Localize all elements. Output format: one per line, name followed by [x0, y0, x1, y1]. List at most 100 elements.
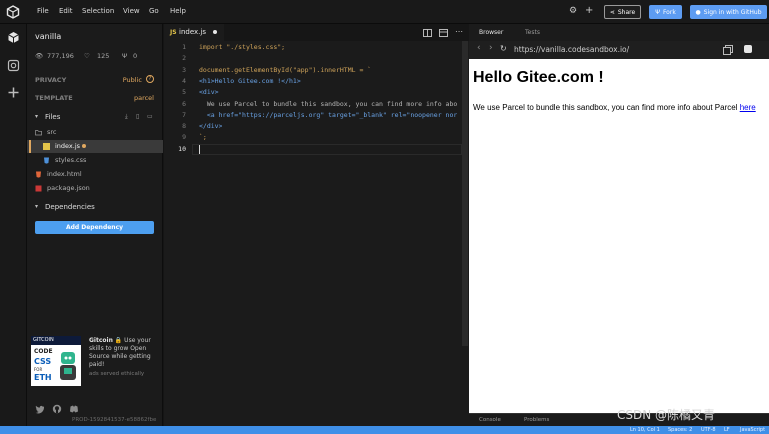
forks-icon: Ψ [122, 52, 128, 60]
github-icon[interactable] [52, 404, 62, 414]
privacy-label: PRIVACY [35, 76, 67, 84]
editor-tab-index-js[interactable]: JS index.js [164, 24, 224, 41]
code-line[interactable]: import "./styles.css"; [199, 43, 285, 51]
codesandbox-logo-icon[interactable] [6, 5, 20, 19]
code-line[interactable]: <a href="https://parceljs.org" target="_… [199, 111, 457, 119]
top-bar: File Edit Selection View Go Help ⚙ + ⋖ S… [0, 0, 769, 24]
gear-icon[interactable]: ⚙ [569, 6, 579, 16]
npm-file-icon [35, 185, 42, 192]
split-editor-icon[interactable] [423, 29, 432, 37]
views-icon: 👁 [35, 52, 44, 60]
dependencies-section-header[interactable]: ▾ Dependencies [27, 202, 163, 214]
fork-button[interactable]: Ψ Fork [649, 5, 682, 19]
chevron-down-icon: ▾ [35, 113, 39, 120]
unsaved-dot-icon[interactable] [213, 30, 217, 34]
menu-selection[interactable]: Selection [82, 7, 114, 15]
language-mode[interactable]: JavaScript [740, 427, 765, 433]
share-button[interactable]: ⋖ Share [604, 5, 641, 19]
tree-item-src[interactable]: src [27, 126, 163, 139]
help-icon[interactable]: ? [146, 75, 154, 83]
open-new-window-icon[interactable] [723, 45, 733, 55]
code-line[interactable]: </div> [199, 122, 222, 130]
ad-image[interactable]: GITCOIN CODE CSS FOR ETH [31, 336, 81, 386]
discord-icon[interactable] [69, 404, 79, 414]
more-actions-icon[interactable]: ⋯ [455, 27, 463, 36]
project-title: vanilla [35, 32, 62, 41]
files-label: Files [45, 113, 61, 121]
status-bar: Ln 10, Col 1 Spaces: 2 UTF-8 LF JavaScri… [0, 426, 769, 434]
template-value[interactable]: parcel [134, 94, 154, 102]
chevron-down-icon: ▾ [35, 203, 39, 210]
cursor-position[interactable]: Ln 10, Col 1 [630, 427, 660, 433]
tab-browser[interactable]: Browser [479, 29, 503, 36]
ad-image-word: CSS [34, 357, 52, 366]
sandbox-info-icon[interactable] [7, 31, 20, 44]
preview-paragraph-text: We use Parcel to bundle this sandbox, yo… [473, 103, 740, 112]
tree-item-index-js[interactable]: index.js [27, 140, 163, 153]
ad-text-block[interactable]: Gitcoin 🔒 Use your skills to grow Open S… [89, 337, 159, 369]
upload-icon[interactable]: ⤓ [125, 113, 128, 121]
add-dependency-button[interactable]: Add Dependency [35, 221, 154, 234]
url-input[interactable]: https://vanilla.codesandbox.io/ [514, 44, 714, 56]
preview-toggle-icon[interactable] [744, 45, 752, 53]
privacy-value[interactable]: Public [123, 76, 142, 84]
forks-count: 0 [133, 52, 138, 60]
editor-tab-bar: JS index.js ⋯ [164, 24, 469, 41]
preview-tab-bar: Browser Tests [469, 24, 769, 41]
likes-icon: ♡ [84, 52, 90, 60]
line-number: 8 [182, 122, 186, 131]
code-line[interactable]: <div> [199, 88, 219, 96]
code-line[interactable]: <h1>Hello Gitee.com !</h1> [199, 77, 301, 85]
folder-icon [35, 130, 42, 136]
end-of-line[interactable]: LF [724, 427, 730, 433]
html-file-icon [36, 171, 41, 178]
tab-problems[interactable]: Problems [524, 417, 549, 423]
new-folder-icon[interactable]: ▭ [147, 113, 153, 120]
code-editor[interactable]: JS index.js ⋯ 1 import "./styles.css"; 2 3 d… [164, 24, 469, 426]
menu-go[interactable]: Go [149, 7, 159, 15]
ad-image-word: FOR [34, 367, 43, 372]
sign-in-github-button[interactable]: ● Sign in with GitHub [690, 5, 767, 19]
back-icon[interactable]: ‹ [477, 43, 481, 53]
twitter-icon[interactable] [35, 404, 45, 414]
deploy-icon[interactable] [7, 59, 20, 72]
github-icon: ● [695, 8, 701, 16]
indentation[interactable]: Spaces: 2 [668, 427, 692, 433]
menu-edit[interactable]: Edit [59, 7, 73, 15]
encoding[interactable]: UTF-8 [701, 427, 716, 433]
preview-link-here[interactable]: here [740, 103, 756, 112]
refresh-icon[interactable]: ↻ [500, 44, 507, 53]
code-line[interactable]: document.getElementById("app").innerHTML… [199, 66, 371, 74]
build-id: PROD-1592841537-e58862fbe [72, 417, 157, 423]
menu-file[interactable]: File [37, 7, 49, 15]
ad-brand: GITCOIN [33, 337, 54, 343]
code-line[interactable]: We use Parcel to bundle this sandbox, yo… [199, 100, 457, 108]
lock-icon: 🔒 [114, 337, 125, 344]
add-icon[interactable] [7, 86, 20, 99]
sign-in-button-label: Sign in with GitHub [703, 8, 762, 16]
tab-console[interactable]: Console [479, 417, 501, 423]
tree-item-label: styles.css [55, 156, 87, 164]
fork-button-label: Fork [662, 8, 676, 16]
tree-item-package-json[interactable]: package.json [27, 182, 163, 195]
text-cursor [199, 145, 200, 154]
share-icon: ⋖ [609, 8, 615, 16]
editor-scrollbar[interactable] [462, 41, 468, 346]
dependencies-label: Dependencies [45, 203, 95, 211]
line-number: 7 [182, 110, 186, 119]
plus-icon[interactable]: + [585, 5, 593, 16]
forward-icon[interactable]: › [489, 43, 493, 53]
tree-item-index-html[interactable]: index.html [27, 168, 163, 181]
tree-item-styles-css[interactable]: styles.css [27, 154, 163, 167]
menu-help[interactable]: Help [170, 7, 186, 15]
preview-pane: Browser Tests ‹ › ↻ https://vanilla.code… [469, 24, 769, 426]
tree-item-label: src [47, 128, 57, 136]
tab-tests[interactable]: Tests [525, 29, 540, 36]
menu-view[interactable]: View [123, 7, 140, 15]
fork-icon: Ψ [655, 8, 660, 16]
code-line[interactable]: `; [199, 133, 207, 141]
ad-footer[interactable]: ads served ethically [89, 371, 144, 377]
new-file-icon[interactable]: ▯ [136, 113, 139, 120]
files-section-header[interactable]: ▾ Files ⤓ ▯ ▭ [27, 112, 163, 124]
layout-icon[interactable] [439, 29, 448, 37]
